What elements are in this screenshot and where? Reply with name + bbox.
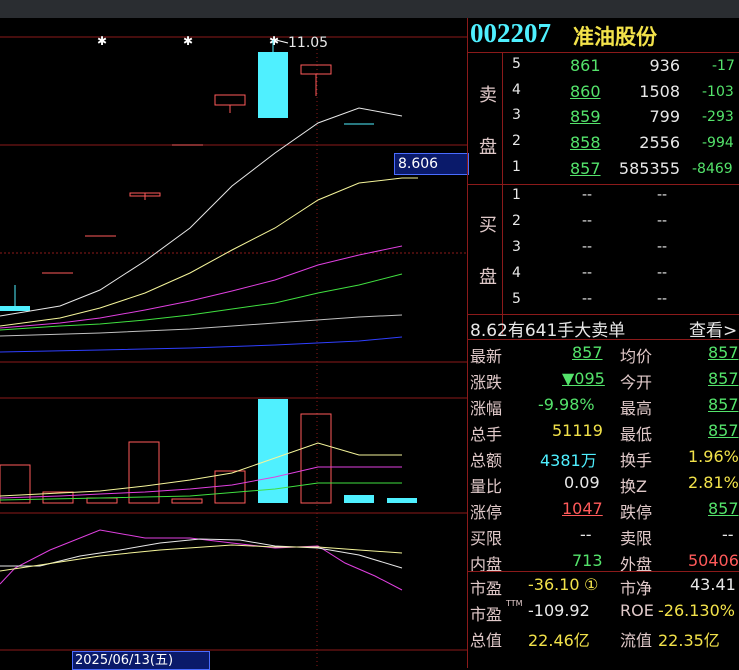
fundamental-row: 总值 22.46亿 流值 22.35亿: [470, 631, 720, 650]
stock-code: 002207: [470, 18, 551, 48]
bid-row[interactable]: 1 -- --: [512, 187, 739, 211]
big-order-notice: 8.62有641手大卖单: [470, 321, 626, 341]
ask-row[interactable]: 2 858 2556 -994: [512, 133, 739, 157]
event-marker-icon: ✱: [269, 34, 279, 48]
event-marker-icon: ✱: [97, 34, 107, 48]
high-price-label: 11.05: [288, 35, 329, 51]
volume-bar: [344, 495, 374, 503]
stat-row: 涨幅 -9.98% 最高 857: [470, 395, 739, 418]
chart-area[interactable]: ✱ ✱ ✱ 11.05 8.606 2025/06/13(五): [0, 18, 469, 670]
volume-bar: [86, 497, 118, 504]
window-title-bar: [0, 0, 739, 18]
view-more-link[interactable]: 查看>: [689, 316, 737, 341]
ma-line: [0, 245, 403, 329]
ma-value-badge: 8.606: [394, 153, 469, 175]
stat-row: 涨跌 ▼095 今开 857: [470, 369, 739, 392]
bid-side-label: 盘: [479, 267, 497, 288]
stat-row: 买限 -- 卖限 --: [470, 525, 734, 548]
date-cursor-label: 2025/06/13(五): [72, 651, 210, 670]
event-marker-icon: ✱: [183, 34, 193, 48]
ask-row[interactable]: 3 859 799 -293: [512, 107, 739, 131]
bid-row[interactable]: 5 -- --: [512, 291, 739, 315]
volume-bar: [300, 413, 332, 504]
bid-row[interactable]: 3 -- --: [512, 239, 739, 263]
indicator-line: [0, 538, 403, 569]
kline-chart[interactable]: ✱ ✱ ✱: [0, 18, 467, 668]
stat-row: 涨停 1047 跌停 857: [470, 499, 739, 522]
ma-line: [0, 107, 403, 317]
stock-name: 准油股份: [573, 25, 657, 49]
ask-side-label: 卖: [479, 85, 497, 106]
indicator-line: [0, 544, 403, 572]
fundamental-row: 市盈 -36.10 ① 市净 43.41: [470, 575, 736, 598]
candle: [300, 64, 332, 75]
bid-side-label: 买: [479, 215, 497, 236]
volume-bar: [171, 498, 203, 504]
ask-row[interactable]: 1 857 585355 -8469: [512, 159, 739, 183]
quote-stats: 最新 857 均价 857 涨跌 ▼095 今开 857 涨幅 -9.98% 最…: [468, 341, 739, 574]
pe-info-icon[interactable]: ①: [584, 575, 598, 594]
candle: [0, 306, 30, 311]
ma-line: [0, 273, 403, 331]
candle: [214, 94, 246, 106]
stat-row: 最新 857 均价 857: [470, 343, 739, 366]
stat-row: 总手 51119 最低 857: [470, 421, 739, 444]
candle: [258, 52, 288, 118]
volume-bar: [128, 441, 160, 504]
ma-line: [0, 336, 403, 353]
bid-row[interactable]: 2 -- --: [512, 213, 739, 237]
fundamental-row: 市盈 TTM -109.92 ROE -26.130%: [470, 599, 735, 624]
ask-side-label: 盘: [479, 137, 497, 158]
ask-row[interactable]: 4 860 1508 -103: [512, 82, 739, 106]
bid-row[interactable]: 4 -- --: [512, 265, 739, 289]
ma-line: [0, 177, 418, 327]
fundamentals: 市盈 -36.10 ① 市净 43.41 市盈 TTM -109.92 ROE …: [468, 573, 739, 653]
ask-row[interactable]: 5 861 936 -17: [512, 56, 739, 80]
stat-row: 总额 4381万 换手 1.96%: [470, 447, 739, 470]
volume-bar: [214, 470, 246, 504]
quote-panel: 002207 准油股份 卖 盘 5 861 936 -17 4 860 1508…: [467, 18, 739, 668]
volume-bar: [387, 498, 417, 503]
stat-row: 量比 0.09 换Z 2.81%: [470, 473, 739, 496]
